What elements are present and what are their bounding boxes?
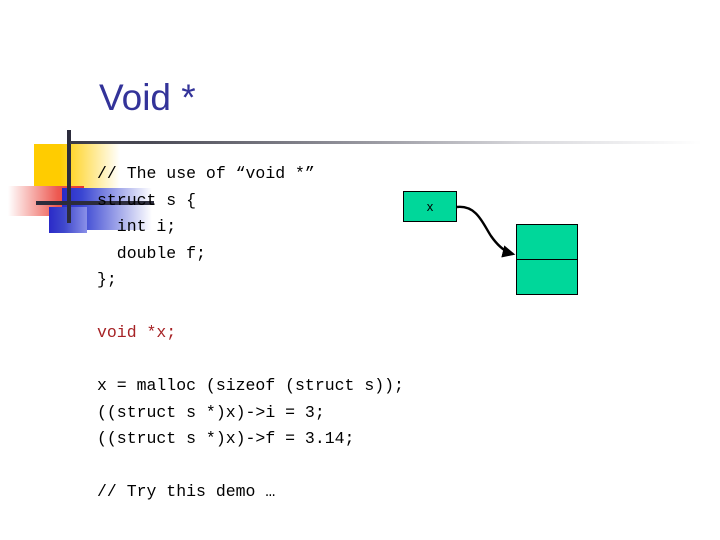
code-line: };	[97, 270, 117, 289]
heap-cell-double	[517, 260, 577, 295]
code-line: struct s {	[97, 190, 197, 210]
code-block: // The use of “void *” struct s { int i; …	[97, 161, 404, 506]
heap-object-box	[516, 224, 578, 295]
pointer-variable-label: x	[426, 199, 434, 214]
pointer-variable-box: x	[403, 191, 457, 222]
pointer-diagram: x	[395, 180, 595, 310]
code-line: void *x;	[97, 323, 177, 342]
title-underline-rule	[70, 141, 702, 144]
slide-title: Void *	[99, 77, 196, 118]
slide: Void * // The use of “void *” struct s { …	[0, 0, 720, 540]
code-line: int i;	[97, 217, 177, 236]
pointer-arrow	[456, 205, 516, 258]
code-line: ((struct s *)x)->f = 3.14;	[97, 429, 355, 448]
code-line: // The use of “void *”	[97, 164, 315, 183]
code-line: // Try this demo …	[97, 482, 276, 501]
code-line: x = malloc (sizeof (struct s));	[97, 376, 404, 395]
code-line: double f;	[97, 243, 206, 263]
code-line: ((struct s *)x)->i = 3;	[97, 402, 325, 422]
heap-cell-int	[517, 225, 577, 260]
